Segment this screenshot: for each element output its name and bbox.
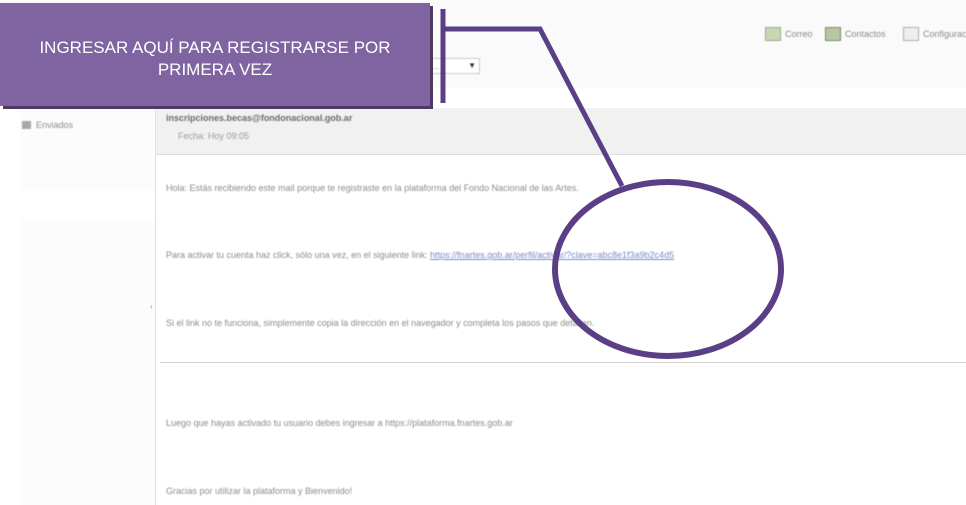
message-sender: inscripciones.becas@fondonacional.gob.ar bbox=[166, 113, 353, 123]
panel-separator bbox=[0, 190, 155, 220]
folder-panel bbox=[20, 88, 156, 505]
callout-text: INGRESAR AQUÍ PARA REGISTRARSE POR PRIME… bbox=[0, 37, 430, 81]
message-divider bbox=[160, 362, 966, 363]
dropdown-value: ... bbox=[432, 61, 440, 71]
folder-icon bbox=[22, 121, 31, 129]
folder-sent[interactable]: Enviados bbox=[22, 120, 73, 130]
folder-sent-label: Enviados bbox=[36, 120, 74, 130]
settings-icon bbox=[903, 27, 919, 41]
toolbar-settings-label: Configurac bbox=[923, 29, 966, 39]
message-date: Fecha: Hoy 09:05 bbox=[178, 131, 250, 141]
toolbar-contacts[interactable]: Contactos bbox=[825, 25, 886, 43]
folder-dropdown[interactable]: ... ▼ bbox=[428, 58, 480, 74]
message-line-4: Luego que hayas activado tu usuario debe… bbox=[166, 418, 513, 428]
activation-link[interactable]: https://fnartes.gob.ar/perfil/activar/?c… bbox=[430, 250, 674, 260]
message-line-3: Si el link no te funciona, simplemente c… bbox=[166, 318, 595, 328]
instruction-callout: INGRESAR AQUÍ PARA REGISTRARSE POR PRIME… bbox=[0, 3, 430, 106]
highlight-ellipse bbox=[552, 179, 784, 359]
message-line-1: Hola: Estás recibiendo este mail porque … bbox=[166, 183, 579, 193]
toolbar-contacts-label: Contactos bbox=[845, 29, 886, 39]
toolbar-mail-label: Correo bbox=[785, 29, 813, 39]
message-line-2-text: Para activar tu cuenta haz click, sólo u… bbox=[166, 250, 428, 260]
message-line-2: Para activar tu cuenta haz click, sólo u… bbox=[166, 250, 674, 260]
message-line-5: Gracias por utilizar la plataforma y Bie… bbox=[166, 486, 353, 496]
toolbar-settings[interactable]: Configurac bbox=[903, 25, 966, 43]
chevron-down-icon: ▼ bbox=[468, 61, 476, 70]
callout-line-1: INGRESAR AQUÍ PARA REGISTRARSE POR bbox=[39, 38, 391, 57]
contacts-icon bbox=[825, 27, 841, 41]
toolbar-mail[interactable]: Correo bbox=[765, 25, 813, 43]
mail-icon bbox=[765, 27, 781, 41]
collapse-handle[interactable]: ‹ bbox=[150, 302, 153, 311]
callout-line-2: PRIMERA VEZ bbox=[157, 60, 273, 79]
